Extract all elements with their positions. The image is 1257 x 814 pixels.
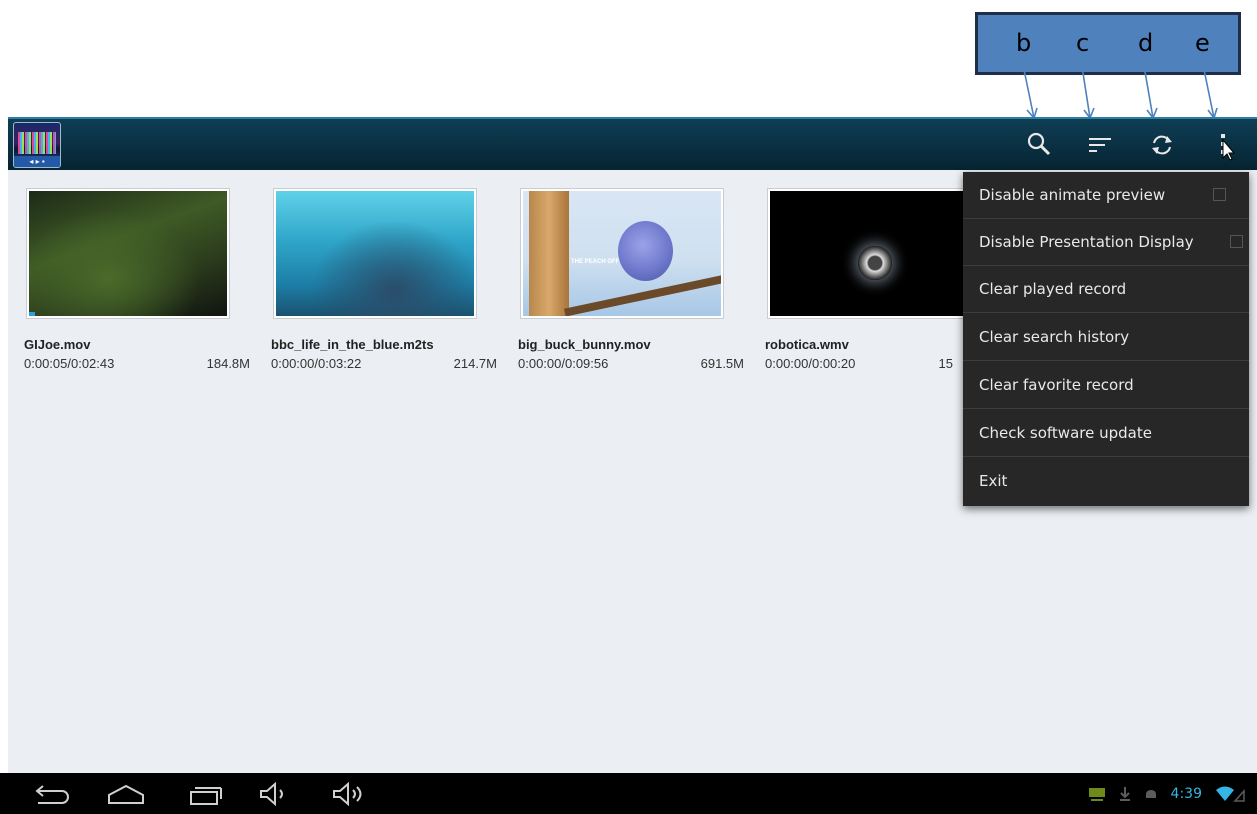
tree-graphic (529, 191, 569, 316)
back-icon (35, 785, 69, 804)
wifi-icon (1216, 786, 1245, 802)
video-name: robotica.wmv (765, 337, 849, 352)
video-thumbnail-frame[interactable]: THE PEACH OFF (520, 188, 724, 319)
menu-item-check-software-update[interactable]: Check software update (963, 410, 1249, 457)
annotation-callout: b c d e (975, 12, 1241, 75)
checkbox[interactable] (1213, 188, 1226, 201)
video-name: GIJoe.mov (24, 337, 91, 352)
label-c: c (1076, 29, 1090, 57)
menu-item-label: Disable animate preview (979, 186, 1166, 204)
menu-item-label: Disable Presentation Display (979, 233, 1194, 251)
volume-up-button[interactable] (330, 781, 370, 807)
equalizer-graphic (18, 132, 56, 154)
video-thumbnail (29, 191, 227, 316)
overflow-menu-button[interactable] (1206, 128, 1240, 162)
menu-item-clear-favorite-record[interactable]: Clear favorite record (963, 362, 1249, 409)
home-icon (108, 784, 144, 804)
navigation-bar: 4:39 (0, 773, 1257, 814)
recent-apps-icon (190, 787, 222, 805)
video-duration: 0:00:00/0:03:22 (271, 356, 362, 371)
menu-item-disable-animate-preview[interactable]: Disable animate preview (963, 172, 1249, 219)
robot-eye-graphic (858, 246, 892, 280)
volume-down-icon (260, 781, 283, 807)
video-name: bbc_life_in_the_blue.m2ts (271, 337, 434, 352)
search-button[interactable] (1022, 128, 1056, 162)
status-clock: 4:39 (1170, 786, 1202, 802)
menu-item-label: Check software update (979, 424, 1152, 442)
menu-item-exit[interactable]: Exit (963, 458, 1249, 505)
overflow-menu: Disable animate preview Disable Presenta… (963, 172, 1249, 506)
video-size: 214.7M (453, 356, 497, 371)
video-duration: 0:00:05/0:02:43 (24, 356, 115, 371)
label-d: d (1138, 29, 1154, 57)
search-icon (1027, 132, 1051, 156)
label-e: e (1195, 29, 1210, 57)
video-duration: 0:00:00/0:09:56 (518, 356, 609, 371)
refresh-icon (1152, 135, 1172, 155)
recent-apps-button[interactable] (185, 781, 225, 807)
sort-button[interactable] (1083, 128, 1117, 162)
video-name: big_buck_bunny.mov (518, 337, 651, 352)
video-size: 691.5M (700, 356, 744, 371)
home-button[interactable] (105, 781, 147, 807)
overflow-menu-icon (1221, 134, 1236, 161)
download-icon (1119, 787, 1130, 801)
label-b: b (1016, 29, 1032, 57)
video-duration: 0:00:00/0:00:20 (765, 356, 856, 371)
video-thumbnail (770, 191, 968, 316)
display-icon (1088, 788, 1105, 801)
volume-down-button[interactable] (257, 781, 291, 807)
playback-strip: ◂ ▸ ▪ (14, 156, 60, 167)
menu-item-label: Clear search history (979, 328, 1130, 346)
video-thumbnail: THE PEACH OFF (523, 191, 721, 316)
refresh-button[interactable] (1145, 128, 1179, 162)
menu-item-clear-played-record[interactable]: Clear played record (963, 266, 1249, 313)
video-thumbnail-frame[interactable] (273, 188, 477, 319)
menu-item-label: Clear played record (979, 280, 1127, 298)
bird-graphic (618, 221, 673, 281)
status-area: 4:39 (1088, 783, 1245, 805)
video-thumbnail-frame[interactable] (767, 188, 971, 319)
checkbox[interactable] (1230, 235, 1243, 248)
thumbnail-caption: THE PEACH OFF (571, 259, 620, 265)
playback-progress-bar (29, 312, 35, 316)
volume-up-icon (333, 781, 362, 807)
menu-item-label: Clear favorite record (979, 376, 1134, 394)
video-thumbnail-frame[interactable] (26, 188, 230, 319)
video-size: 184.8M (206, 356, 250, 371)
menu-item-clear-search-history[interactable]: Clear search history (963, 314, 1249, 361)
sort-icon (1089, 138, 1111, 152)
menu-item-disable-presentation-display[interactable]: Disable Presentation Display (963, 219, 1249, 266)
back-button[interactable] (30, 781, 70, 807)
video-thumbnail (276, 191, 474, 316)
action-bar: ◂ ▸ ▪ (8, 117, 1257, 170)
menu-item-label: Exit (979, 472, 1008, 490)
android-icon (1145, 790, 1156, 798)
video-size: 15 (938, 356, 953, 371)
video-player-app-icon[interactable]: ◂ ▸ ▪ (13, 122, 61, 168)
